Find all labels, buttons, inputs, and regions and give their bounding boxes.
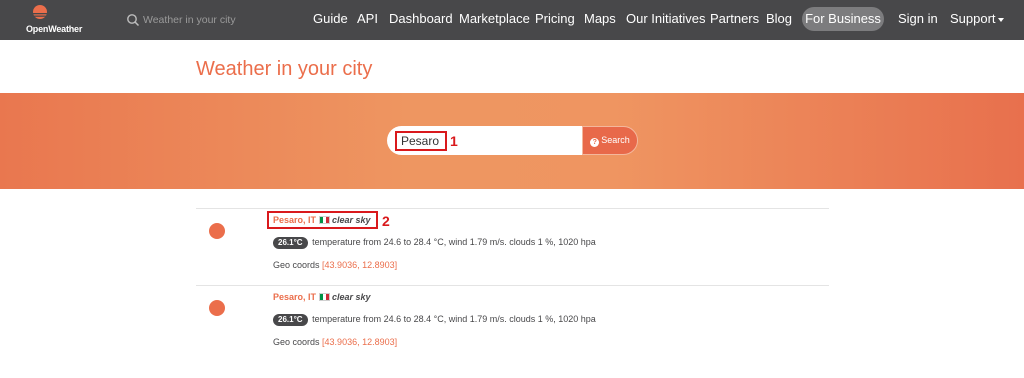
weather-details: 26.1°C temperature from 24.6 to 28.4 °C,… <box>273 314 596 326</box>
weather-details-text: temperature from 24.6 to 28.4 °C, wind 1… <box>312 314 596 324</box>
geo-coords-link[interactable]: [43.9036, 12.8903] <box>322 260 397 270</box>
sign-in-link[interactable]: Sign in <box>898 11 938 26</box>
nav-link-our-initiatives[interactable]: Our Initiatives <box>626 11 705 26</box>
question-icon: ? <box>590 138 600 147</box>
nav-link-maps[interactable]: Maps <box>584 11 616 26</box>
nav-link-partners[interactable]: Partners <box>710 11 759 26</box>
for-business-button[interactable]: For Business <box>802 7 884 31</box>
temperature-badge: 26.1°C <box>273 237 308 249</box>
nav-link-guide[interactable]: Guide <box>313 11 348 26</box>
search-button-label: Search <box>601 135 630 145</box>
annotation-box-result <box>267 211 378 229</box>
annotation-number-2: 2 <box>382 213 390 229</box>
italy-flag-icon <box>319 293 331 301</box>
annotation-box-search <box>395 131 447 151</box>
nav-link-marketplace[interactable]: Marketplace <box>459 11 530 26</box>
geo-coords-label: Geo coords <box>273 260 320 270</box>
caret-down-icon <box>997 17 1004 22</box>
nav-link-api[interactable]: API <box>357 11 378 26</box>
search-banner: ?Search 1 <box>0 93 1024 189</box>
nav-link-pricing[interactable]: Pricing <box>535 11 575 26</box>
geo-coords-label: Geo coords <box>273 337 320 347</box>
result-title: Pesaro, IT clear sky <box>273 292 371 302</box>
nav-link-dashboard[interactable]: Dashboard <box>389 11 453 26</box>
geo-coords-line: Geo coords [43.9036, 12.8903] <box>273 260 397 270</box>
page-title: Weather in your city <box>196 58 373 80</box>
search-button[interactable]: ? Search <box>582 126 638 155</box>
support-label: Support <box>950 11 996 26</box>
geo-coords-line: Geo coords [43.9036, 12.8903] <box>273 337 397 347</box>
support-menu[interactable]: Support <box>950 11 1004 26</box>
temperature-badge: 26.1°C <box>273 314 308 326</box>
top-navbar: OpenWeather Guide API Dashboard Marketpl… <box>0 0 1024 40</box>
annotation-number-1: 1 <box>450 133 458 149</box>
result-item: Pesaro, IT clear sky 26.1°C temperature f… <box>196 285 829 363</box>
weather-status-dot-icon <box>209 300 225 316</box>
weather-details: 26.1°C temperature from 24.6 to 28.4 °C,… <box>273 237 596 249</box>
city-link[interactable]: Pesaro, IT <box>273 292 316 302</box>
weather-condition: clear sky <box>332 292 371 302</box>
weather-details-text: temperature from 24.6 to 28.4 °C, wind 1… <box>312 237 596 247</box>
weather-status-dot-icon <box>209 223 225 239</box>
nav-link-blog[interactable]: Blog <box>766 11 792 26</box>
result-item: Pesaro, IT clear sky 26.1°C temperature f… <box>196 208 829 286</box>
geo-coords-link[interactable]: [43.9036, 12.8903] <box>322 337 397 347</box>
